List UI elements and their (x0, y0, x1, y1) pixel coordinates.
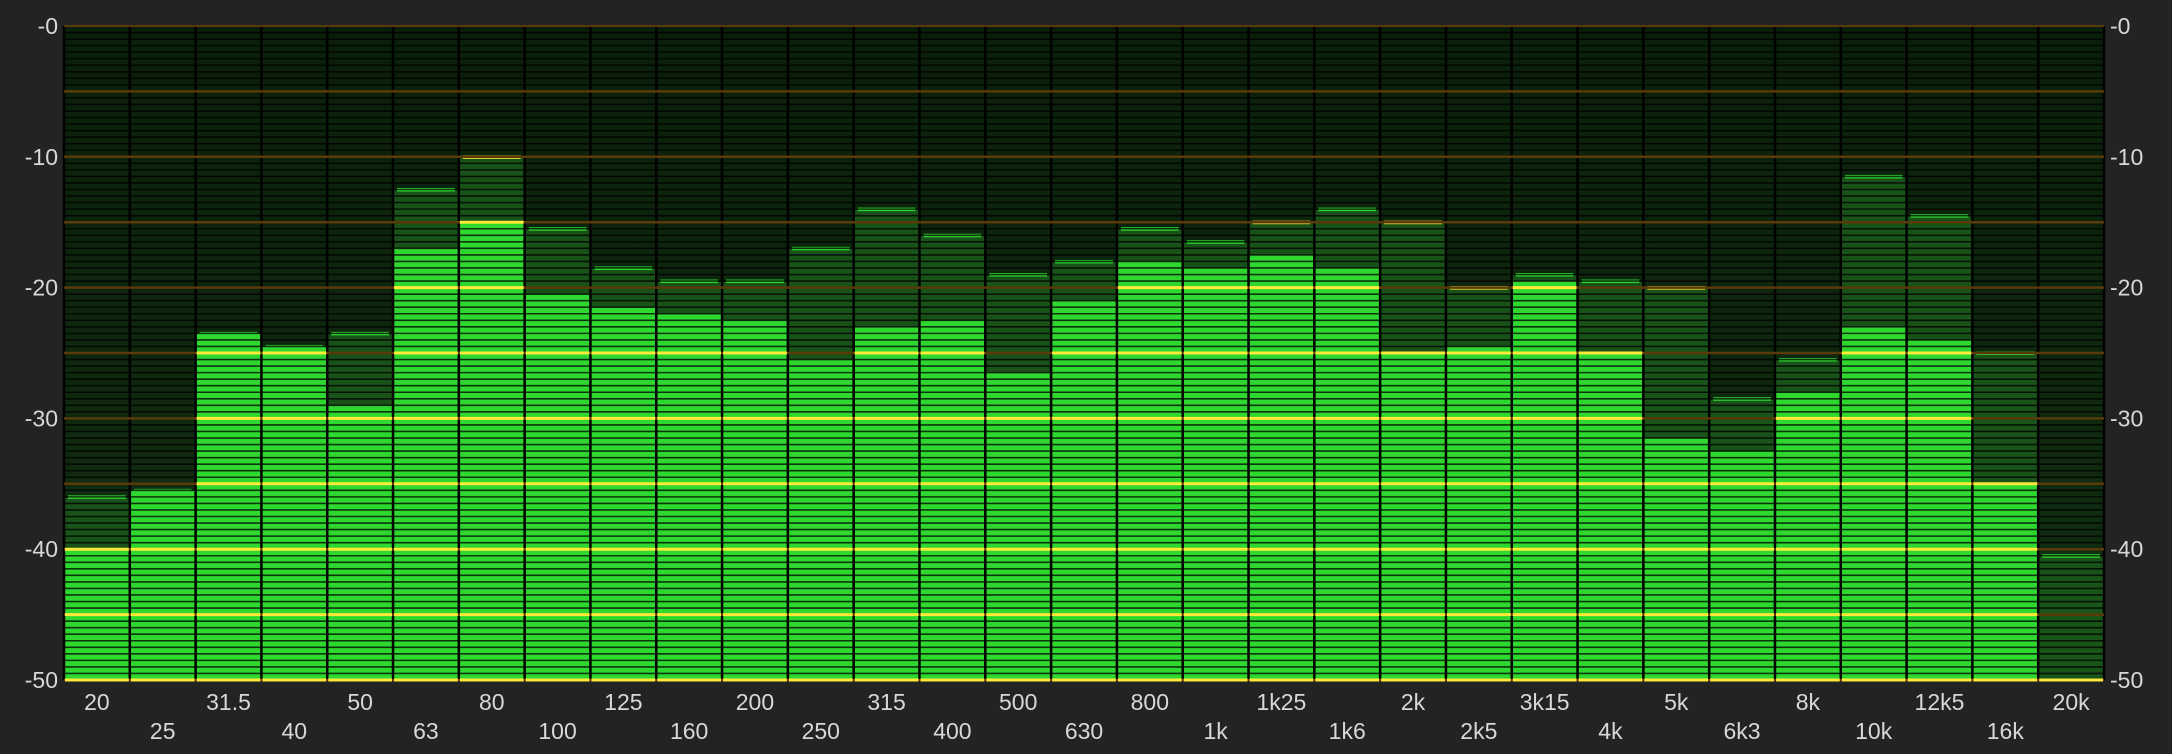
band-decay-zone (1315, 209, 1380, 268)
band-level-bar (1512, 281, 1577, 680)
x-tick-label: 1k25 (1256, 689, 1306, 715)
x-tick-label: 16k (1987, 718, 2025, 744)
band-level-bar (1710, 451, 1774, 680)
y-tick-label-left: -0 (38, 13, 58, 39)
band-level-bar (1446, 346, 1511, 680)
band-level-bar (1183, 267, 1248, 680)
x-tick-label: 10k (1855, 718, 1893, 744)
y-tick-label-left: -10 (25, 144, 58, 170)
x-tick-label: 1k (1203, 718, 1228, 744)
x-tick-label: 8k (1796, 689, 1821, 715)
x-tick-label: 31.5 (206, 689, 251, 715)
x-tick-label: 2k (1401, 689, 1426, 715)
band-decay-zone (657, 281, 722, 314)
x-tick-label: 630 (1065, 718, 1103, 744)
x-tick-label: 250 (802, 718, 840, 744)
band-decay-zone (328, 333, 393, 406)
band-level-bar (1644, 438, 1709, 680)
x-tick-label: 80 (479, 689, 505, 715)
x-tick-label: 25 (150, 718, 176, 744)
band-level-bar (591, 307, 656, 680)
band-level-bar (1315, 267, 1380, 680)
band-level-bar (130, 490, 195, 680)
x-tick-label: 6k3 (1724, 718, 1761, 744)
band-decay-zone (1775, 359, 1840, 393)
band-decay-zone (1907, 215, 1972, 340)
spectrum-analyzer-chart: -0 -0 -10 -10 -20 -20 -30 -30 -40 -40 -50 -50 20 25 31… (25, 13, 2144, 744)
y-tick-label-right: -50 (2110, 667, 2143, 693)
x-tick-label: 63 (413, 718, 439, 744)
x-tick-label: 3k15 (1520, 689, 1570, 715)
x-tick-label: 50 (347, 689, 373, 715)
band-level-bar (723, 320, 787, 680)
x-tick-label: 12k5 (1915, 689, 1965, 715)
x-tick-label: 500 (999, 689, 1037, 715)
y-tick-label-left: -20 (25, 275, 58, 301)
x-tick-label: 125 (604, 689, 642, 715)
x-tick-label: 315 (867, 689, 905, 715)
band-decay-zone (986, 274, 1051, 373)
x-tick-label: 20k (2053, 689, 2091, 715)
band-level-bar (920, 320, 985, 680)
x-tick-label: 160 (670, 718, 708, 744)
x-axis: 20 25 31.5 40 50 63 80 100 125 160 200 250 315 400 500… (84, 689, 2090, 744)
band-decay-zone (2039, 555, 2103, 680)
x-tick-label: 2k5 (1460, 718, 1497, 744)
y-tick-label-left: -50 (25, 667, 58, 693)
x-tick-label: 40 (282, 718, 308, 744)
band-decay-zone (788, 248, 853, 360)
band-level-bar (1249, 254, 1314, 680)
x-tick-label: 5k (1664, 689, 1689, 715)
band-decay-zone (394, 189, 458, 249)
y-tick-label-right: -30 (2110, 405, 2143, 431)
band-level-bar (262, 346, 327, 680)
band-decay-zone (1249, 222, 1314, 255)
x-tick-label: 800 (1131, 689, 1169, 715)
x-tick-label: 20 (84, 689, 110, 715)
band-decay-zone (1578, 281, 1643, 353)
band-level-bar (788, 359, 853, 680)
x-tick-label: 1k6 (1329, 718, 1366, 744)
x-tick-label: 4k (1598, 718, 1623, 744)
band-decay-zone (1644, 287, 1709, 439)
x-tick-label: 100 (538, 718, 576, 744)
y-tick-label-right: -40 (2110, 536, 2143, 562)
x-tick-label: 400 (933, 718, 971, 744)
band-decay-zone (1446, 287, 1511, 347)
x-tick-label: 200 (736, 689, 774, 715)
band-decay-zone (1117, 228, 1182, 262)
y-tick-label-right: -10 (2110, 144, 2143, 170)
y-tick-label-right: -20 (2110, 275, 2143, 301)
y-tick-label-left: -30 (25, 405, 58, 431)
band-decay-zone (1841, 176, 1906, 327)
y-tick-label-left: -40 (25, 536, 58, 562)
y-tick-label-right: -0 (2110, 13, 2130, 39)
